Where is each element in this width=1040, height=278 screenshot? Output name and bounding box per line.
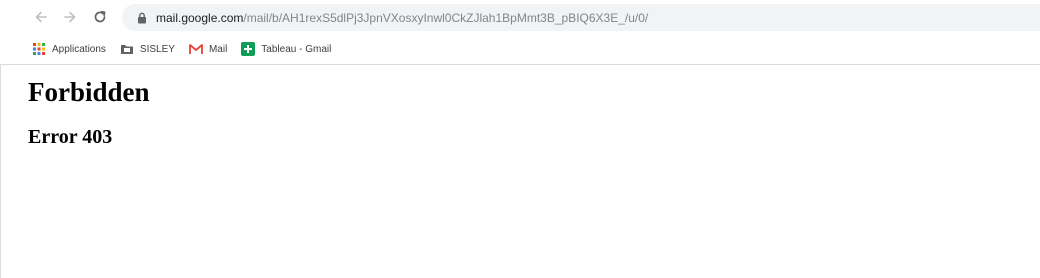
window-edge [0, 65, 1, 278]
url-path: /mail/b/AH1rexS5dlPj3JpnVXosxyInwl0CkZJl… [243, 10, 649, 25]
page-content: Forbidden Error 403 [28, 65, 1008, 149]
url-host: mail.google.com [156, 10, 244, 25]
bookmark-label: Applications [52, 43, 106, 55]
gmail-icon [189, 42, 203, 56]
forward-arrow-icon [64, 11, 76, 23]
reload-icon [94, 10, 106, 23]
error-code: Error 403 [28, 126, 113, 148]
forward-button[interactable] [59, 6, 81, 28]
browser-chrome: mail.google.com/mail/b/AH1rexS5dlPj3JpnV… [0, 0, 1040, 65]
bookmark-applications[interactable]: Applications [28, 38, 110, 60]
apps-grid-icon [32, 42, 46, 56]
address-bar[interactable]: mail.google.com/mail/b/AH1rexS5dlPj3JpnV… [122, 4, 1040, 31]
back-button[interactable] [30, 6, 52, 28]
url-text[interactable]: mail.google.com/mail/b/AH1rexS5dlPj3JpnV… [156, 11, 648, 25]
bookmark-sisley[interactable]: SISLEY [116, 38, 179, 60]
reload-button[interactable] [89, 6, 111, 28]
browser-toolbar: mail.google.com/mail/b/AH1rexS5dlPj3JpnV… [0, 0, 1040, 35]
bookmarks-bar: Applications SISLEY Mail Tableau - Gmail [0, 35, 1040, 63]
page-title: Forbidden [28, 77, 150, 107]
bookmark-label: SISLEY [139, 43, 175, 55]
bookmark-mail[interactable]: Mail [185, 38, 231, 60]
sheets-icon [241, 42, 256, 56]
bookmark-tableau-gmail[interactable]: Tableau - Gmail [237, 38, 335, 60]
lock-icon[interactable] [137, 12, 147, 24]
bookmark-label: Tableau - Gmail [261, 43, 332, 55]
back-arrow-icon [35, 11, 47, 23]
bookmark-label: Mail [208, 43, 228, 55]
folder-icon [120, 42, 134, 56]
